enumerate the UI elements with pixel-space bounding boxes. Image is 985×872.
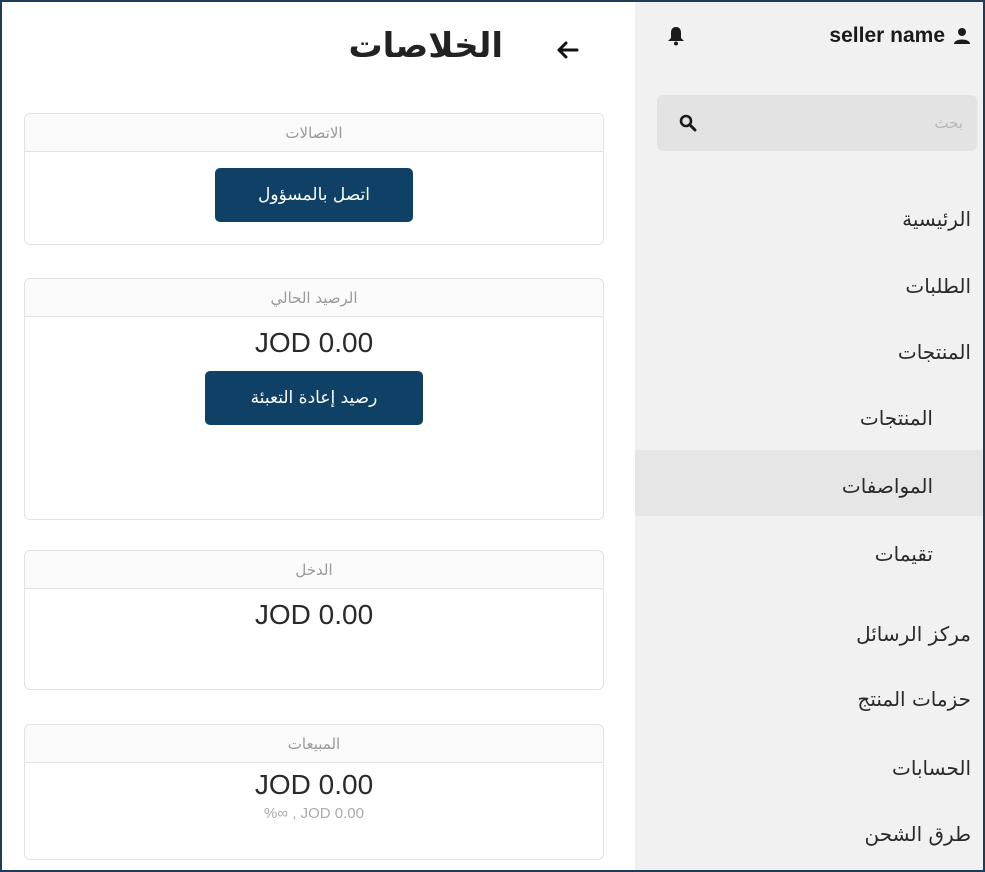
- sidebar-item-orders[interactable]: الطلبات: [635, 274, 983, 298]
- bell-icon[interactable]: [667, 26, 685, 46]
- sidebar-item-accounts[interactable]: الحسابات: [635, 756, 983, 780]
- balance-card: الرصيد الحالي JOD 0.00 رصيد إعادة التعبئ…: [24, 278, 604, 520]
- sidebar-item-label: المنتجات: [897, 340, 971, 364]
- seller-info[interactable]: seller name: [829, 24, 971, 48]
- seller-name: seller name: [829, 24, 945, 47]
- sidebar-item-label: المنتجات: [859, 406, 933, 430]
- sales-sub-value: %∞ , JOD 0.00: [264, 805, 364, 822]
- sidebar-item-label: حزمات المنتج: [857, 687, 971, 711]
- sidebar-item-label: مركز الرسائل: [856, 622, 971, 646]
- search-icon[interactable]: [679, 114, 697, 132]
- income-card: الدخل JOD 0.00: [24, 550, 604, 690]
- sidebar-item-ratings[interactable]: تقيمات: [635, 542, 983, 566]
- contact-admin-button[interactable]: اتصل بالمسؤول: [215, 168, 413, 222]
- contacts-card-title: الاتصالات: [25, 114, 603, 152]
- balance-amount: JOD 0.00: [254, 327, 374, 358]
- sidebar-item-specifications[interactable]: المواصفات: [635, 474, 983, 498]
- balance-card-title: الرصيد الحالي: [25, 279, 603, 317]
- income-card-title: الدخل: [25, 551, 603, 589]
- sidebar-item-label: طرق الشحن: [864, 822, 971, 846]
- sidebar-item-products[interactable]: المنتجات: [635, 406, 983, 430]
- back-arrow-icon[interactable]: [557, 39, 579, 61]
- sales-card-title: المبيعات: [25, 725, 603, 763]
- search-input[interactable]: [723, 95, 963, 151]
- page-title: الخلاصات: [348, 26, 503, 66]
- income-amount: JOD 0.00: [254, 599, 374, 630]
- sidebar-item-label: الحسابات: [892, 756, 971, 780]
- sidebar: seller name الرئيسية الطلبات المنتجات ال…: [635, 2, 983, 870]
- sidebar-item-product-bundles[interactable]: حزمات المنتج: [635, 687, 983, 711]
- sidebar-item-label: المواصفات: [841, 474, 933, 498]
- sidebar-item-message-center[interactable]: مركز الرسائل: [635, 622, 983, 646]
- sidebar-item-label: الطلبات: [905, 274, 971, 298]
- sidebar-item-label: تقيمات: [874, 542, 933, 566]
- recharge-balance-button[interactable]: رصيد إعادة التعبئة: [205, 371, 423, 425]
- sidebar-item-home[interactable]: الرئيسية: [635, 207, 983, 231]
- sidebar-item-products-group[interactable]: المنتجات: [635, 340, 983, 364]
- page-header: الخلاصات: [0, 2, 635, 92]
- sales-card: المبيعات JOD 0.00 %∞ , JOD 0.00: [24, 724, 604, 860]
- sidebar-item-shipping-methods[interactable]: طرق الشحن: [635, 822, 983, 846]
- sales-amount: JOD 0.00: [254, 769, 374, 800]
- search-box: [657, 95, 977, 151]
- user-icon: [953, 27, 971, 45]
- sidebar-item-label: الرئيسية: [902, 207, 971, 231]
- contacts-card: الاتصالات اتصل بالمسؤول: [24, 113, 604, 245]
